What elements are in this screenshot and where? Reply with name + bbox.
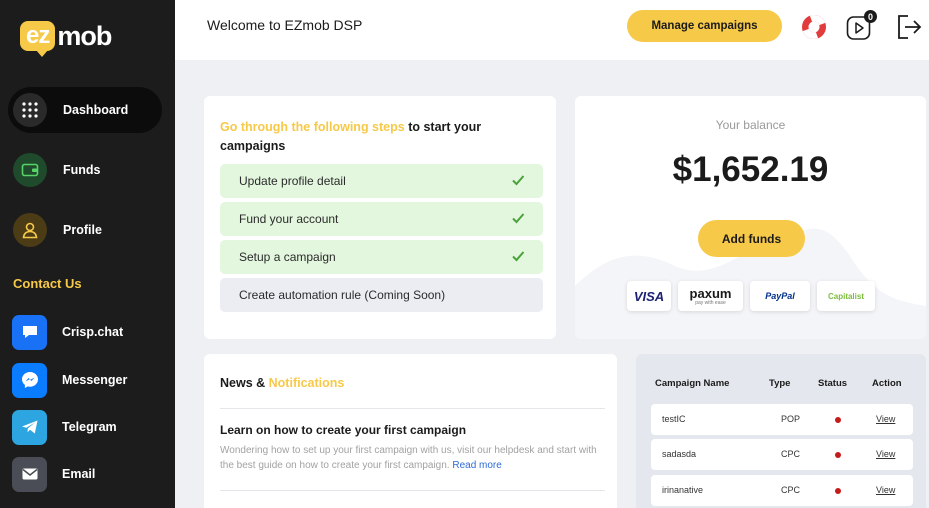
col-header-status: Status: [818, 378, 848, 389]
news-title: News & Notifications: [220, 376, 344, 390]
news-card: News & Notifications Learn on how to cre…: [204, 354, 617, 508]
sidebar-item-funds[interactable]: Funds: [8, 147, 162, 193]
campaign-name: irinanative: [662, 485, 704, 495]
contact-label: Crisp.chat: [62, 325, 124, 339]
news-divider: [220, 490, 605, 491]
news-title-plain: News &: [220, 376, 266, 390]
check-icon: [512, 213, 525, 224]
view-link[interactable]: View: [876, 414, 895, 424]
balance-card: Your balance $1,652.19 Add funds VISA pa…: [575, 96, 926, 339]
contact-crisp-chat[interactable]: Crisp.chat: [12, 314, 167, 350]
contact-label: Telegram: [62, 420, 117, 434]
contact-label: Messenger: [62, 373, 128, 387]
balance-amount: $1,652.19: [672, 150, 829, 189]
news-title-highlight: Notifications: [268, 376, 345, 390]
user-icon: [13, 213, 47, 247]
campaign-name: testIC: [662, 414, 686, 424]
steps-title-highlight: Go through the following steps: [220, 120, 405, 134]
ezmob-logo[interactable]: ez mob: [20, 20, 112, 57]
contact-email[interactable]: Email: [12, 456, 167, 492]
step-fund-account[interactable]: Fund your account: [220, 202, 543, 236]
balance-label: Your balance: [715, 118, 786, 132]
manage-campaigns-button[interactable]: Manage campaigns: [627, 10, 782, 42]
notifications-icon[interactable]: 0: [845, 10, 877, 42]
welcome-message: Welcome to EZmob DSP: [207, 17, 363, 33]
check-icon: [512, 175, 525, 186]
col-header-action: Action: [872, 378, 902, 389]
wallet-icon: [13, 153, 47, 187]
campaign-type: CPC: [781, 449, 801, 459]
telegram-icon: [12, 409, 47, 445]
view-link[interactable]: View: [876, 485, 895, 495]
step-automation-rule[interactable]: Create automation rule (Coming Soon): [220, 278, 543, 312]
sidebar-item-label: Profile: [63, 223, 102, 237]
col-header-type: Type: [769, 378, 791, 389]
contact-messenger[interactable]: Messenger: [12, 362, 167, 398]
sidebar-item-profile[interactable]: Profile: [8, 207, 162, 253]
notification-count-badge: 0: [864, 10, 877, 23]
messenger-icon: [12, 362, 47, 398]
step-label: Create automation rule (Coming Soon): [239, 288, 446, 302]
logo-ez-mark: ez: [20, 21, 56, 57]
sidebar: ez mob Dashboard Funds Profile Contact U…: [0, 0, 175, 508]
onboarding-steps-card: Go through the following steps to start …: [204, 96, 556, 339]
sidebar-item-label: Dashboard: [63, 103, 129, 117]
top-header: Welcome to EZmob DSP Manage campaigns 0: [175, 0, 929, 60]
contact-telegram[interactable]: Telegram: [12, 409, 167, 445]
email-icon: [12, 456, 47, 492]
chat-icon: [12, 314, 47, 350]
visa-logo: VISA: [627, 281, 671, 311]
grid-icon: [13, 93, 47, 127]
status-dot: [835, 488, 841, 494]
step-setup-campaign[interactable]: Setup a campaign: [220, 240, 543, 274]
step-label: Update profile detail: [239, 174, 346, 188]
read-more-link[interactable]: Read more: [452, 460, 501, 471]
article-body: Wondering how to set up your first campa…: [220, 443, 610, 473]
sidebar-item-label: Funds: [63, 163, 101, 177]
capitalist-logo: Capitalist: [817, 281, 875, 311]
step-label: Setup a campaign: [239, 250, 336, 264]
article-title: Learn on how to create your first campai…: [220, 423, 467, 437]
paypal-logo: PayPal: [750, 281, 810, 311]
campaign-name: sadasda: [662, 449, 697, 459]
step-update-profile[interactable]: Update profile detail: [220, 164, 543, 198]
col-header-campaign-name: Campaign Name: [655, 378, 730, 389]
logout-icon[interactable]: [894, 12, 924, 42]
step-label: Fund your account: [239, 212, 339, 226]
paxum-logo: paxum pay with ease: [678, 281, 743, 311]
table-row: sadasda CPC View: [651, 439, 913, 470]
campaigns-table: Campaign Name Type Status Action testIC …: [636, 354, 926, 508]
contact-label: Email: [62, 467, 96, 481]
logo-mob-text: mob: [57, 20, 112, 51]
lifebuoy-icon[interactable]: [799, 12, 829, 42]
contact-us-heading: Contact Us: [13, 276, 82, 291]
view-link[interactable]: View: [876, 449, 895, 459]
steps-title: Go through the following steps to start …: [220, 118, 520, 156]
status-dot: [835, 417, 841, 423]
sidebar-item-dashboard[interactable]: Dashboard: [8, 87, 162, 133]
article-text: Wondering how to set up your first campa…: [220, 445, 597, 471]
campaign-type: POP: [781, 414, 801, 424]
campaign-type: CPC: [781, 485, 801, 495]
check-icon: [512, 251, 525, 262]
table-row: irinanative CPC View: [651, 475, 913, 506]
news-divider: [220, 408, 605, 409]
table-row: testIC POP View: [651, 404, 913, 435]
add-funds-button[interactable]: Add funds: [698, 220, 805, 257]
status-dot: [835, 452, 841, 458]
